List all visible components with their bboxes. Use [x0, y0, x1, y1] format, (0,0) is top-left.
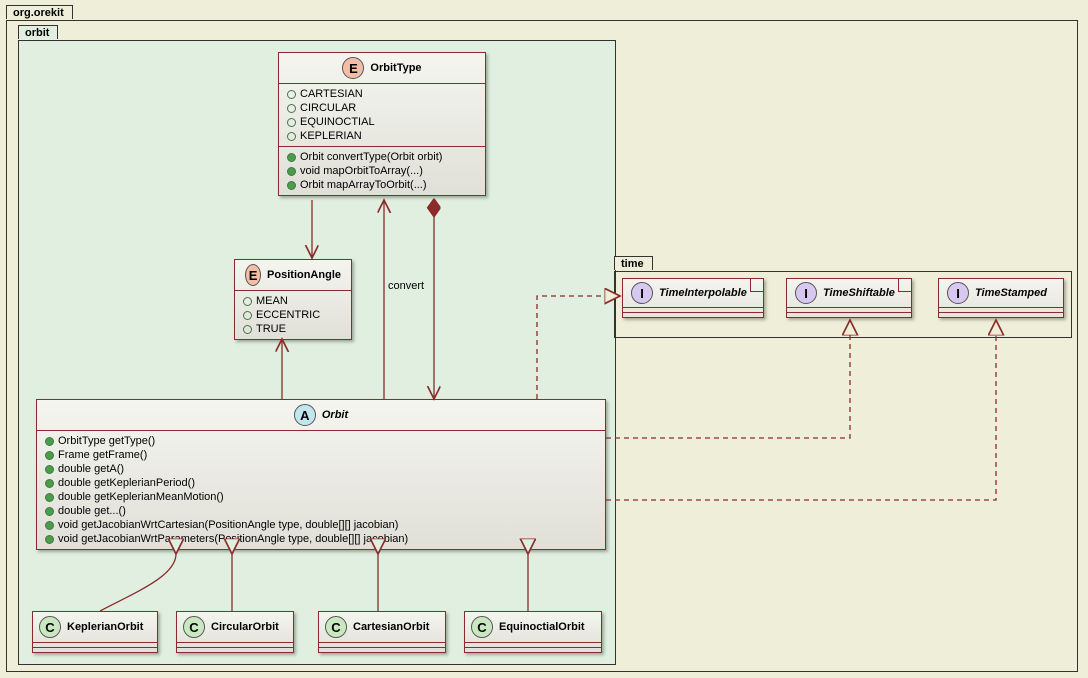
method: void getJacobianWrtCartesian(PositionAng…: [58, 519, 398, 531]
class-name: TimeStamped: [969, 287, 1047, 299]
class-name: PositionAngle: [261, 269, 341, 281]
method: double getKeplerianPeriod(): [58, 477, 195, 489]
interface-time-shiftable: ITimeShiftable: [786, 278, 912, 318]
method: OrbitType getType(): [58, 435, 155, 447]
badge-interface-icon: I: [631, 282, 653, 304]
package-tab-time: time: [614, 256, 653, 270]
badge-class-icon: C: [39, 616, 61, 638]
class-keplerian-orbit: CKeplerianOrbit: [32, 611, 158, 653]
class-name: OrbitType: [364, 62, 421, 74]
generic-marker-icon: [750, 279, 763, 292]
class-name: CircularOrbit: [205, 621, 279, 633]
method: Orbit mapArrayToOrbit(...): [300, 179, 427, 191]
enum-value: ECCENTRIC: [256, 309, 320, 321]
badge-class-icon: C: [325, 616, 347, 638]
interface-time-stamped: ITimeStamped: [938, 278, 1064, 318]
package-tab-org-orekit: org.orekit: [6, 5, 73, 19]
class-name: TimeInterpolable: [653, 287, 747, 299]
class-name: Orbit: [316, 409, 348, 421]
method: double getKeplerianMeanMotion(): [58, 491, 224, 503]
class-name: CartesianOrbit: [347, 621, 429, 633]
badge-class-icon: C: [471, 616, 493, 638]
class-circular-orbit: CCircularOrbit: [176, 611, 294, 653]
method: double getA(): [58, 463, 124, 475]
method: void getJacobianWrtParameters(PositionAn…: [58, 533, 408, 545]
class-name: KeplerianOrbit: [61, 621, 143, 633]
badge-enum-icon: E: [245, 264, 261, 286]
class-equinoctial-orbit: CEquinoctialOrbit: [464, 611, 602, 653]
method: void mapOrbitToArray(...): [300, 165, 423, 177]
method: double get...(): [58, 505, 126, 517]
method: Orbit convertType(Orbit orbit): [300, 151, 442, 163]
enum-value: EQUINOCTIAL: [300, 116, 375, 128]
enum-value: MEAN: [256, 295, 288, 307]
enum-value: CARTESIAN: [300, 88, 363, 100]
class-orbit-type: E OrbitType CARTESIAN CIRCULAR EQUINOCTI…: [278, 52, 486, 196]
class-orbit: A Orbit OrbitType getType() Frame getFra…: [36, 399, 606, 550]
enum-value: CIRCULAR: [300, 102, 356, 114]
class-name: EquinoctialOrbit: [493, 621, 585, 633]
badge-abstract-icon: A: [294, 404, 316, 426]
class-name: TimeShiftable: [817, 287, 895, 299]
edge-label-convert: convert: [388, 280, 424, 292]
badge-interface-icon: I: [795, 282, 817, 304]
badge-class-icon: C: [183, 616, 205, 638]
class-position-angle: E PositionAngle MEAN ECCENTRIC TRUE: [234, 259, 352, 340]
interface-time-interpolable: ITimeInterpolable: [622, 278, 764, 318]
enum-value: TRUE: [256, 323, 286, 335]
generic-marker-icon: [898, 279, 911, 292]
method: Frame getFrame(): [58, 449, 147, 461]
badge-interface-icon: I: [947, 282, 969, 304]
class-cartesian-orbit: CCartesianOrbit: [318, 611, 446, 653]
enum-value: KEPLERIAN: [300, 130, 362, 142]
badge-enum-icon: E: [342, 57, 364, 79]
package-tab-orbit: orbit: [18, 25, 58, 39]
